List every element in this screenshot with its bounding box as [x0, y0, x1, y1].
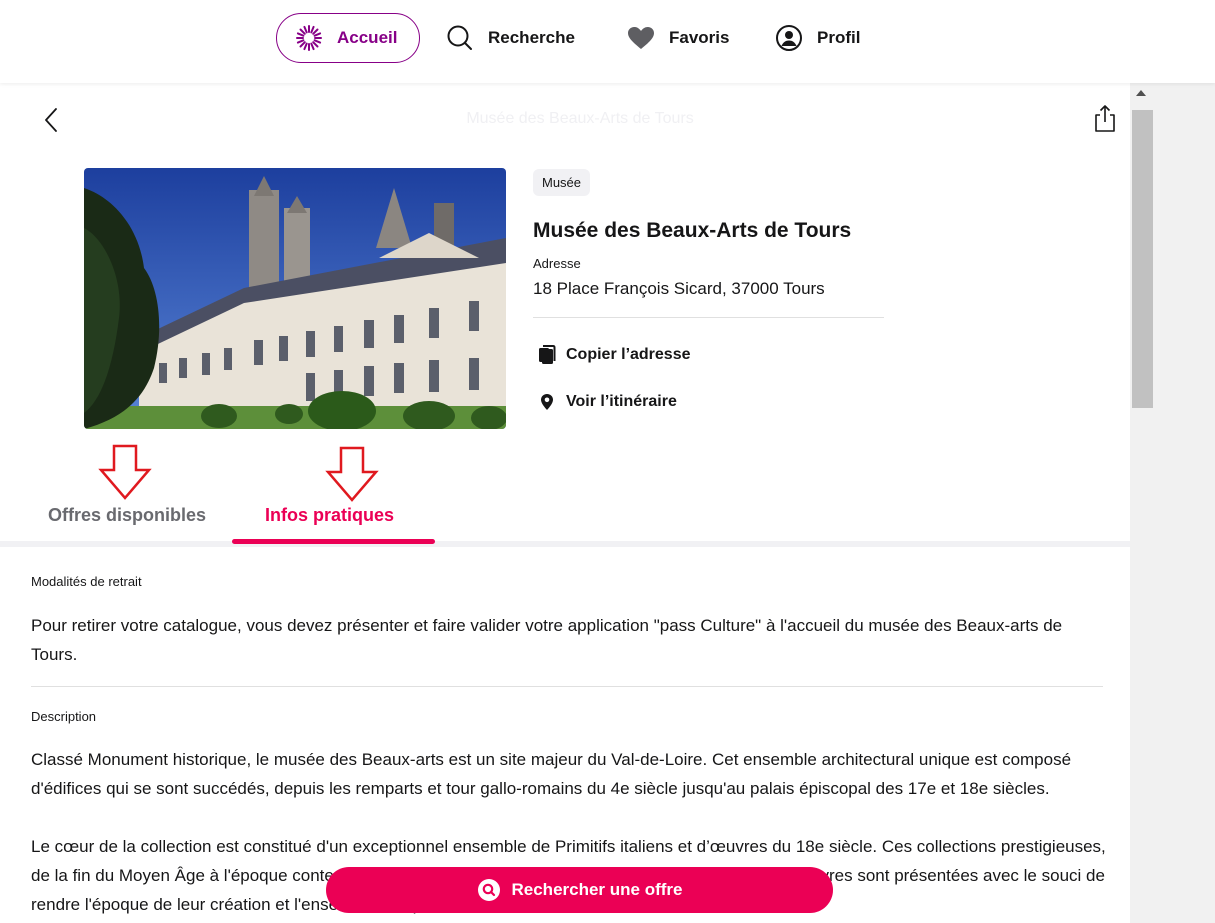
nav-accueil[interactable]: Accueil — [276, 13, 420, 63]
copy-address-label: Copier l’adresse — [566, 346, 691, 363]
withdrawal-text: Pour retirer votre catalogue, vous devez… — [31, 616, 1063, 664]
location-pin-icon — [537, 393, 557, 411]
red-arrow-annotation-icon — [325, 446, 379, 502]
address-label: Adresse — [533, 256, 581, 271]
copy-address-button[interactable]: Copier l’adresse — [537, 345, 691, 365]
nav-favoris-label: Favoris — [669, 28, 730, 47]
itinerary-button[interactable]: Voir l’itinéraire — [537, 393, 677, 411]
tab-offres-disponibles[interactable]: Offres disponibles — [48, 505, 206, 526]
divider — [31, 686, 1103, 687]
withdrawal-label: Modalités de retrait — [31, 574, 142, 589]
search-offer-button[interactable]: Rechercher une offre — [326, 867, 833, 913]
tabs-divider — [0, 541, 1130, 547]
back-button[interactable] — [40, 105, 64, 135]
sun-burst-icon — [295, 24, 323, 52]
nav-profil[interactable]: Profil — [775, 13, 860, 63]
tab-infos-pratiques[interactable]: Infos pratiques — [265, 505, 394, 526]
active-tab-indicator — [232, 539, 435, 544]
header-title: Musée des Beaux-Arts de Tours — [466, 110, 694, 127]
itinerary-label: Voir l’itinéraire — [566, 393, 677, 410]
nav-favoris[interactable]: Favoris — [627, 13, 729, 63]
search-offer-label: Rechercher une offre — [511, 880, 683, 899]
share-icon — [1095, 105, 1115, 132]
profile-icon — [775, 24, 803, 52]
description-paragraph-1: Classé Monument historique, le musée des… — [31, 750, 1072, 798]
venue-photo — [84, 168, 506, 429]
nav-accueil-label: Accueil — [337, 28, 398, 47]
search-icon — [446, 24, 474, 52]
search-icon — [477, 878, 501, 902]
copy-icon — [537, 345, 557, 365]
scrollbar-thumb[interactable] — [1132, 110, 1153, 408]
category-badge: Musée — [533, 169, 591, 196]
address-value: 18 Place François Sicard, 37000 Tours — [533, 279, 825, 298]
scroll-up-arrow-icon[interactable] — [1136, 90, 1146, 96]
red-arrow-annotation-icon — [98, 444, 152, 500]
share-button[interactable] — [1092, 104, 1118, 134]
heart-icon — [627, 26, 655, 50]
nav-recherche[interactable]: Recherche — [446, 13, 575, 63]
nav-recherche-label: Recherche — [488, 28, 575, 47]
venue-name: Musée des Beaux-Arts de Tours — [533, 219, 852, 242]
top-navigation: Accueil Recherche Favoris Profil — [0, 0, 1215, 83]
nav-profil-label: Profil — [817, 28, 861, 47]
description-label: Description — [31, 709, 97, 724]
divider — [533, 317, 884, 318]
chevron-left-icon — [45, 108, 57, 132]
